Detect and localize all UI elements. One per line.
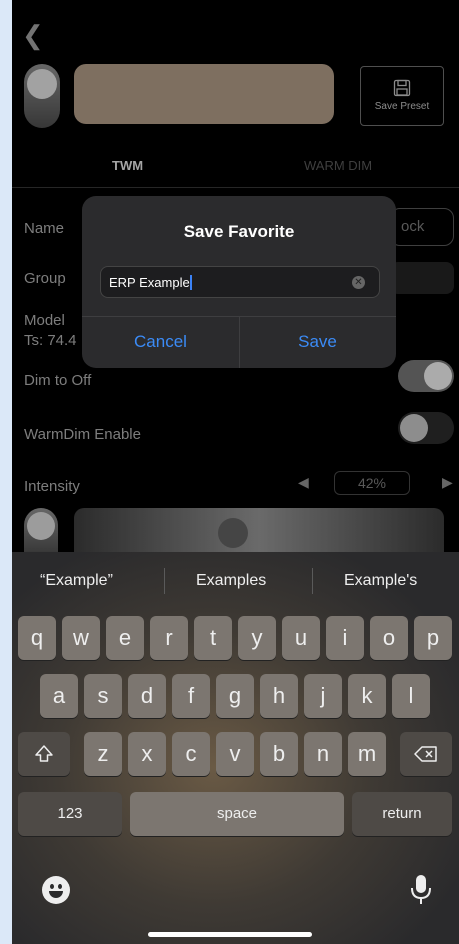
input-text: ERP Example <box>109 275 190 290</box>
save-button[interactable]: Save <box>239 316 396 368</box>
key-j[interactable]: j <box>304 674 342 718</box>
key-g[interactable]: g <box>216 674 254 718</box>
return-key[interactable]: return <box>352 792 452 836</box>
key-c[interactable]: c <box>172 732 210 776</box>
key-h[interactable]: h <box>260 674 298 718</box>
key-i[interactable]: i <box>326 616 364 660</box>
emoji-mouth <box>49 891 63 898</box>
suggestion-3[interactable]: Example's <box>344 572 417 590</box>
emoji-icon[interactable] <box>42 876 70 904</box>
key-o[interactable]: o <box>370 616 408 660</box>
key-x[interactable]: x <box>128 732 166 776</box>
save-favorite-dialog: Save Favorite ERP Example ✕ Cancel Save <box>82 196 396 368</box>
key-z[interactable]: z <box>84 732 122 776</box>
favorite-name-input[interactable]: ERP Example ✕ <box>100 266 380 298</box>
key-q[interactable]: q <box>18 616 56 660</box>
cancel-button[interactable]: Cancel <box>82 316 239 368</box>
keyboard: “Example” Examples Example's q w e r t y… <box>12 552 459 944</box>
backspace-icon <box>414 746 437 762</box>
emoji-eye-left <box>50 884 54 889</box>
key-n[interactable]: n <box>304 732 342 776</box>
key-y[interactable]: y <box>238 616 276 660</box>
text-caret <box>189 275 192 290</box>
page-margin <box>0 0 12 944</box>
key-a[interactable]: a <box>40 674 78 718</box>
shift-key[interactable] <box>18 732 70 776</box>
key-d[interactable]: d <box>128 674 166 718</box>
key-l[interactable]: l <box>392 674 430 718</box>
key-k[interactable]: k <box>348 674 386 718</box>
key-t[interactable]: t <box>194 616 232 660</box>
key-p[interactable]: p <box>414 616 452 660</box>
home-indicator[interactable] <box>148 932 312 937</box>
emoji-eye-right <box>58 884 62 889</box>
numbers-key[interactable]: 123 <box>18 792 122 836</box>
suggestion-divider <box>164 568 165 594</box>
suggestion-divider <box>312 568 313 594</box>
clear-text-icon[interactable]: ✕ <box>352 276 365 289</box>
key-w[interactable]: w <box>62 616 100 660</box>
suggestion-2[interactable]: Examples <box>196 572 266 590</box>
suggestion-1[interactable]: “Example” <box>40 572 113 590</box>
key-e[interactable]: e <box>106 616 144 660</box>
delete-key[interactable] <box>400 732 452 776</box>
key-r[interactable]: r <box>150 616 188 660</box>
shift-arrow-icon <box>35 745 53 762</box>
space-key[interactable]: space <box>130 792 344 836</box>
phone-screen: ❮ Save Preset TWM WARM DIM Name ock Grou… <box>12 0 459 944</box>
key-b[interactable]: b <box>260 732 298 776</box>
key-m[interactable]: m <box>348 732 386 776</box>
dialog-title: Save Favorite <box>183 222 295 241</box>
microphone-icon[interactable] <box>410 874 432 906</box>
key-u[interactable]: u <box>282 616 320 660</box>
suggestion-bar: “Example” Examples Example's <box>12 552 459 610</box>
key-v[interactable]: v <box>216 732 254 776</box>
key-s[interactable]: s <box>84 674 122 718</box>
key-f[interactable]: f <box>172 674 210 718</box>
